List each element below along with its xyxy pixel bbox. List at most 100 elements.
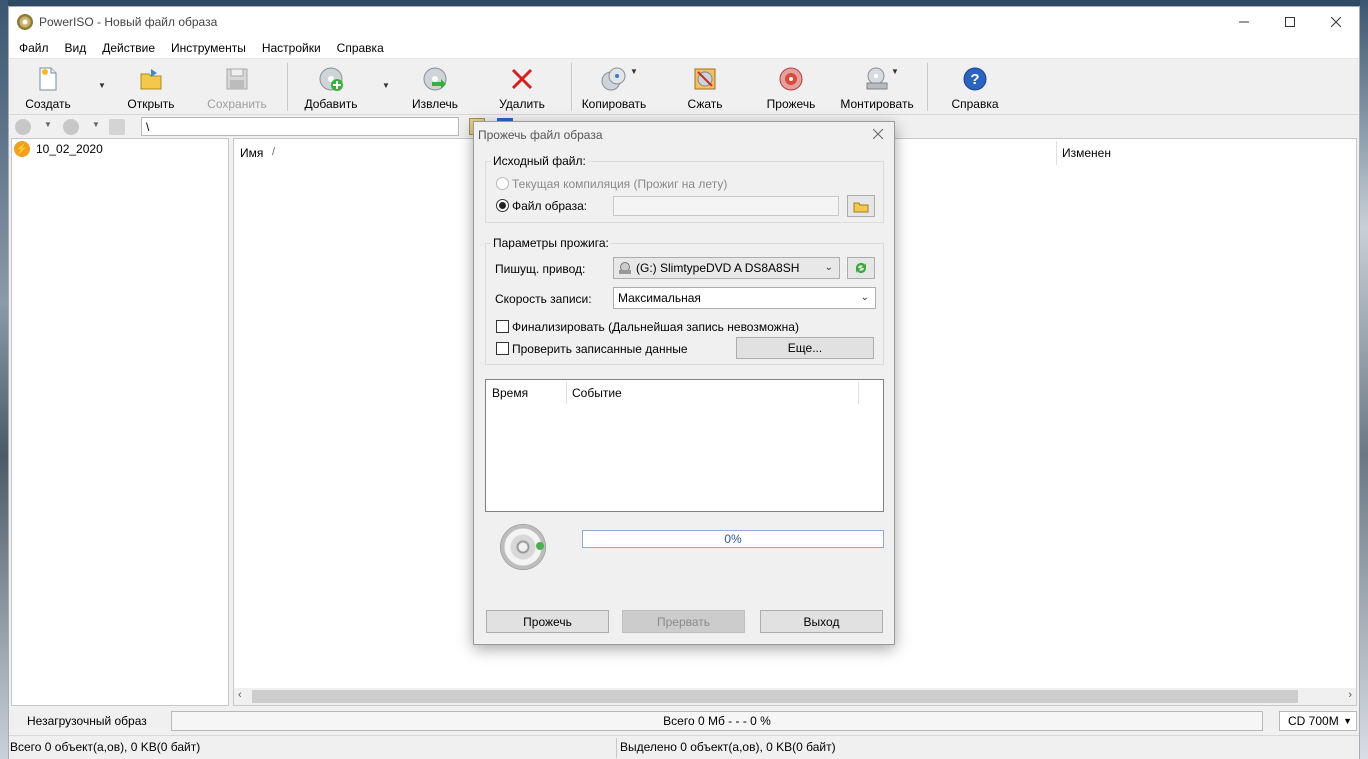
- verify-label: Проверить записанные данные: [512, 342, 688, 356]
- disc-image-icon: ⚡: [14, 141, 30, 157]
- tree-item-root[interactable]: ⚡ 10_02_2020: [12, 139, 228, 159]
- total-objects-text: Всего 0 объект(а,ов), 0 KB(0 байт): [10, 740, 201, 754]
- delete-x-icon: [508, 65, 536, 93]
- burn-params-group: Параметры прожига: Пишущ. привод: (G:) S…: [485, 236, 884, 365]
- speed-label: Скорость записи:: [495, 292, 592, 306]
- column-divider[interactable]: [1056, 141, 1057, 165]
- extract-disc-icon: [421, 65, 449, 93]
- media-size-select[interactable]: CD 700M ▼: [1279, 711, 1357, 731]
- back-icon[interactable]: [15, 119, 31, 135]
- source-group-label: Исходный файл:: [491, 154, 588, 168]
- cd-disc-icon: [500, 524, 546, 570]
- status-bar-top: Незагрузочный образ Всего 0 Мб - - - 0 %…: [9, 708, 1359, 734]
- folder-icon: [853, 202, 869, 212]
- menu-action[interactable]: Действие: [94, 37, 163, 59]
- optical-drive-icon: [619, 262, 631, 274]
- mount-button[interactable]: Монтировать: [840, 61, 914, 113]
- folder-tree: ⚡ 10_02_2020: [11, 138, 229, 706]
- burn-button[interactable]: Прожечь: [765, 61, 817, 113]
- menu-tools[interactable]: Инструменты: [163, 37, 254, 59]
- scrollbar-thumb[interactable]: [252, 690, 1298, 703]
- forward-history-caret[interactable]: ▼: [92, 120, 100, 129]
- mount-drive-icon: [863, 65, 891, 93]
- new-file-icon: [34, 65, 62, 93]
- menu-view[interactable]: Вид: [57, 37, 95, 59]
- create-button[interactable]: Создать: [23, 61, 73, 113]
- copy-discs-icon: [600, 65, 628, 93]
- log-column-time[interactable]: Время: [492, 386, 528, 400]
- create-dropdown-arrow[interactable]: ▼: [98, 81, 106, 90]
- chevron-down-icon: ▼: [1343, 716, 1352, 726]
- column-divider[interactable]: [858, 382, 859, 404]
- minimize-icon: [1239, 21, 1249, 23]
- up-folder-icon[interactable]: [109, 119, 125, 135]
- exit-button[interactable]: Выход: [760, 610, 883, 633]
- help-label: Справка: [951, 97, 999, 111]
- burn-start-button[interactable]: Прожечь: [486, 610, 609, 633]
- more-options-button[interactable]: Еще...: [736, 337, 874, 359]
- status-bar-bottom: Всего 0 объект(а,ов), 0 KB(0 байт) Выдел…: [9, 735, 1359, 759]
- extract-button[interactable]: Извлечь: [409, 61, 461, 113]
- open-button[interactable]: Открыть: [124, 61, 178, 113]
- close-icon: [872, 128, 884, 140]
- add-button[interactable]: Добавить: [303, 61, 359, 113]
- verify-checkbox[interactable]: [496, 342, 509, 355]
- window-controls: [1221, 7, 1359, 37]
- burn-progress-bar: 0%: [582, 530, 884, 548]
- copy-dropdown-arrow[interactable]: ▼: [630, 67, 638, 76]
- minimize-button[interactable]: [1221, 7, 1267, 37]
- compress-button[interactable]: Сжать: [685, 61, 725, 113]
- save-button: Сохранить: [207, 61, 267, 113]
- speed-value: Максимальная: [618, 291, 701, 305]
- toolbar: Создать ▼ Открыть Сохранить Добавить ▼ И…: [9, 59, 1359, 115]
- maximize-button[interactable]: [1267, 7, 1313, 37]
- poweriso-app-icon: [17, 14, 33, 30]
- delete-button[interactable]: Удалить: [497, 61, 547, 113]
- burn-disc-icon: [777, 65, 805, 93]
- mount-dropdown-arrow[interactable]: ▼: [891, 67, 899, 76]
- column-divider[interactable]: [566, 382, 567, 404]
- sort-indicator: /: [272, 146, 276, 158]
- image-type-label: Незагрузочный образ: [27, 714, 147, 728]
- image-file-path-input[interactable]: [613, 196, 839, 216]
- scroll-left-icon[interactable]: ‹: [238, 689, 242, 701]
- copy-label: Копировать: [581, 97, 647, 111]
- toolbar-separator: [287, 63, 288, 111]
- column-header-modified[interactable]: Изменен: [1062, 146, 1111, 160]
- mount-label: Монтировать: [840, 97, 914, 111]
- burn-label: Прожечь: [766, 97, 816, 111]
- scroll-right-icon[interactable]: ›: [1348, 689, 1352, 701]
- maximize-icon: [1285, 17, 1295, 27]
- radio-current-label: Текущая компиляция (Прожиг на лету): [512, 177, 728, 191]
- close-window-button[interactable]: [1313, 7, 1359, 37]
- menu-help[interactable]: Справка: [329, 37, 392, 59]
- finalize-checkbox[interactable]: [496, 320, 509, 333]
- refresh-drives-button[interactable]: [847, 257, 875, 279]
- tree-item-label: 10_02_2020: [36, 142, 103, 156]
- title-bar: PowerISO - Новый файл образа: [9, 7, 1359, 37]
- path-input[interactable]: [141, 117, 459, 136]
- browse-image-button[interactable]: [847, 195, 875, 217]
- compress-disc-icon: [691, 65, 719, 93]
- menu-file[interactable]: Файл: [11, 37, 57, 59]
- radio-image-label: Файл образа:: [512, 199, 588, 213]
- radio-image-file[interactable]: [496, 199, 509, 212]
- speed-select[interactable]: Максимальная ⌄: [613, 287, 876, 309]
- drive-select[interactable]: (G:) SlimtypeDVD A DS8A8SH ⌄: [613, 257, 840, 279]
- log-column-event[interactable]: Событие: [572, 386, 622, 400]
- back-history-caret[interactable]: ▼: [44, 120, 52, 129]
- toolbar-separator: [927, 63, 928, 111]
- open-label: Открыть: [127, 97, 175, 111]
- forward-icon[interactable]: [63, 119, 79, 135]
- burn-image-dialog: Прожечь файл образа Исходный файл: Текущ…: [473, 121, 895, 645]
- add-label: Добавить: [304, 97, 358, 111]
- dialog-close-button[interactable]: [868, 124, 888, 144]
- menu-settings[interactable]: Настройки: [254, 37, 329, 59]
- chevron-down-icon: ⌄: [860, 292, 869, 303]
- add-dropdown-arrow[interactable]: ▼: [382, 81, 390, 90]
- column-header-name[interactable]: Имя: [240, 146, 263, 160]
- horizontal-scrollbar[interactable]: ‹ ›: [234, 688, 1356, 705]
- help-button[interactable]: ? Справка: [949, 61, 1001, 113]
- status-divider: [616, 738, 617, 758]
- window-title: PowerISO - Новый файл образа: [39, 15, 218, 29]
